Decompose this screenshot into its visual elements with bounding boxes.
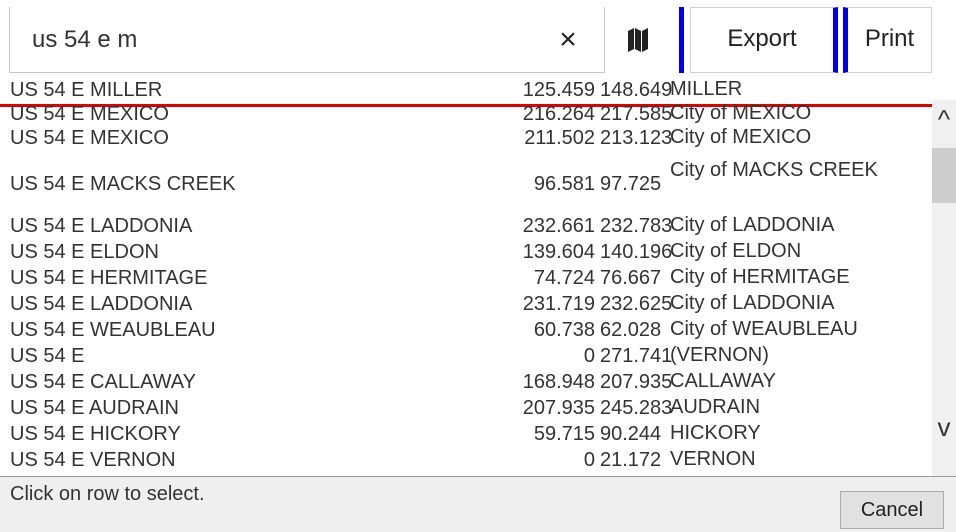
to-cell: 140.196 (600, 241, 673, 263)
area-cell: City of MACKS CREEK (670, 159, 878, 181)
from-cell: 168.948 (522, 371, 595, 393)
road-cell: US 54 E CALLAWAY (10, 371, 196, 393)
road-cell: US 54 E MILLER (10, 79, 163, 101)
to-cell: 90.244 (600, 423, 662, 445)
from-cell: 59.715 (533, 423, 595, 445)
table-row[interactable]: US 54 E LADDONIA 231.719 232.625 City of LA… (0, 292, 932, 316)
to-cell: 271.741 (600, 345, 673, 367)
to-cell: 245.283 (600, 397, 673, 419)
results-list: US 54 E MILLER 125.459 148.649 MILLER US 54 … (0, 76, 932, 476)
toolbar: × Export Print (0, 0, 956, 78)
from-cell: 139.604 (522, 241, 595, 263)
table-row[interactable]: US 54 E MEXICO 211.502 213.123 City of MEXI… (0, 126, 932, 150)
area-cell: City of MEXICO (670, 102, 812, 124)
from-cell: 216.264 (522, 103, 595, 125)
scroll-thumb[interactable] (932, 148, 956, 203)
area-cell: HICKORY (670, 422, 761, 444)
road-cell: US 54 E HERMITAGE (10, 267, 208, 289)
table-row[interactable]: US 54 E 0 271.741 (VERNON) (0, 344, 932, 368)
road-cell: US 54 E MEXICO (10, 103, 169, 125)
from-cell: 231.719 (522, 293, 595, 315)
table-row[interactable]: US 54 E LADDONIA 232.661 232.783 City of LA… (0, 214, 932, 238)
road-cell: US 54 E HICKORY (10, 423, 181, 445)
table-row[interactable]: US 54 E ELDON 139.604 140.196 City of ELDON (0, 240, 932, 264)
area-cell: AUDRAIN (670, 396, 761, 418)
road-cell: US 54 E LADDONIA (10, 215, 193, 237)
to-cell: 217.585 (600, 103, 673, 125)
chevron-up-icon[interactable]: ^ (932, 104, 956, 144)
from-cell: 211.502 (524, 127, 595, 149)
area-cell: CALLAWAY (670, 370, 776, 392)
to-cell: 76.667 (600, 267, 662, 289)
area-cell: MILLER (670, 78, 743, 100)
table-row[interactable]: US 54 E AUDRAIN 207.935 245.283 AUDRAIN (0, 396, 932, 420)
chevron-down-icon[interactable]: v (932, 412, 956, 452)
to-cell: 97.725 (600, 173, 662, 195)
to-cell: 21.172 (600, 449, 662, 471)
table-row[interactable]: US 54 E WEAUBLEAU 60.738 62.028 City of WEA… (0, 318, 932, 342)
from-cell: 60.738 (533, 319, 595, 341)
from-cell: 125.459 (522, 79, 595, 101)
export-button[interactable]: Export (690, 7, 838, 73)
table-row[interactable]: US 54 E VERNON 0 21.172 VERNON (0, 448, 932, 472)
area-cell: City of LADDONIA (670, 214, 835, 236)
to-cell: 213.123 (600, 127, 673, 149)
table-row[interactable]: US 54 E MEXICO 216.264 217.585 City of MEXI… (0, 102, 932, 126)
table-row[interactable]: US 54 E HERMITAGE 74.724 76.667 City of HER… (0, 266, 932, 290)
scrollbar[interactable]: ^ v (932, 100, 956, 476)
road-cell: US 54 E ELDON (10, 241, 159, 263)
road-cell: US 54 E AUDRAIN (10, 397, 179, 419)
area-cell: (VERNON) (670, 344, 769, 366)
area-cell: City of WEAUBLEAU (670, 318, 858, 340)
area-cell: City of LADDONIA (670, 292, 835, 314)
area-cell: City of ELDON (670, 240, 802, 262)
from-cell: 96.581 (533, 173, 595, 195)
table-row[interactable]: US 54 E MACKS CREEK 96.581 97.725 City of M… (0, 154, 932, 214)
from-cell: 74.724 (533, 267, 595, 289)
map-icon (628, 28, 648, 52)
table-row[interactable]: US 54 E CALLAWAY 168.948 207.935 CALLAWAY (0, 370, 932, 394)
to-cell: 62.028 (600, 319, 662, 341)
road-cell: US 54 E (10, 345, 85, 367)
road-cell: US 54 E MEXICO (10, 127, 169, 149)
map-button[interactable] (608, 7, 684, 73)
from-cell: 0 (583, 449, 595, 471)
road-cell: US 54 E MACKS CREEK (10, 173, 236, 195)
to-cell: 232.783 (600, 215, 673, 237)
to-cell: 148.649 (600, 79, 673, 101)
to-cell: 207.935 (600, 371, 673, 393)
search-input[interactable] (32, 24, 512, 56)
cancel-button[interactable]: Cancel (840, 491, 944, 529)
table-row[interactable]: US 54 E MILLER 125.459 148.649 MILLER (0, 76, 932, 107)
area-cell: VERNON (670, 448, 756, 470)
search-box: × (9, 7, 605, 73)
from-cell: 232.661 (522, 215, 595, 237)
print-button[interactable]: Print (843, 7, 932, 73)
road-cell: US 54 E LADDONIA (10, 293, 193, 315)
area-cell: City of MEXICO (670, 126, 812, 148)
status-text: Click on row to select. (10, 483, 205, 505)
table-row[interactable]: US 54 E HICKORY 59.715 90.244 HICKORY (0, 422, 932, 446)
to-cell: 232.625 (600, 293, 673, 315)
road-cell: US 54 E WEAUBLEAU (10, 319, 216, 341)
from-cell: 207.935 (522, 397, 595, 419)
area-cell: City of HERMITAGE (670, 266, 850, 288)
footer: Click on row to select. Cancel (0, 476, 956, 532)
from-cell: 0 (583, 345, 595, 367)
clear-search-button[interactable]: × (548, 22, 588, 58)
road-cell: US 54 E VERNON (10, 449, 176, 471)
